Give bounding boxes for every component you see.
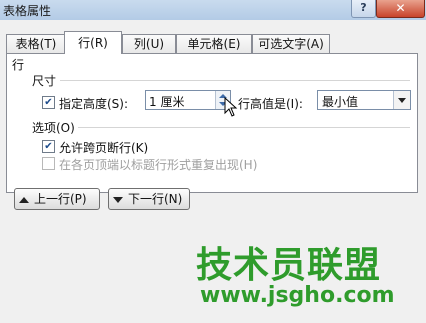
previous-row-label: 上一行(P) xyxy=(34,192,87,206)
row-height-rule-select[interactable]: 最小值 xyxy=(317,90,411,110)
repeat-header-checkbox xyxy=(42,157,55,170)
check-icon: ✔ xyxy=(44,97,53,108)
allow-break-checkbox[interactable]: ✔ xyxy=(42,140,55,153)
next-row-button[interactable]: 下一行(N) xyxy=(108,188,190,210)
height-spinner[interactable]: 1 厘米 xyxy=(145,90,231,110)
allow-break-label: 允许跨页断行(K) xyxy=(59,141,149,155)
watermark-url: www.jsgho.com xyxy=(200,283,395,308)
tab-row[interactable]: 行(R) xyxy=(64,31,122,54)
size-heading: 尺寸 xyxy=(32,74,57,88)
row-height-is-label: 行高值是(I): xyxy=(238,97,303,111)
mouse-pointer-icon xyxy=(224,97,238,117)
specify-height-label: 指定高度(S): xyxy=(59,97,129,111)
arrow-up-icon xyxy=(19,196,29,203)
tab-table[interactable]: 表格(T) xyxy=(6,34,66,53)
size-divider xyxy=(60,80,410,81)
arrow-down-icon xyxy=(113,196,123,203)
title-bar: 表格属性 ? ✕ xyxy=(0,0,426,21)
row-section-heading: 行 xyxy=(12,58,25,72)
close-button[interactable]: ✕ xyxy=(376,0,425,18)
tab-column[interactable]: 列(U) xyxy=(122,34,176,53)
options-heading: 选项(O) xyxy=(32,121,75,135)
chevron-down-icon[interactable] xyxy=(393,91,410,109)
check-icon: ✔ xyxy=(44,141,53,152)
repeat-header-label: 在各页顶端以标题行形式重复出现(H) xyxy=(59,158,258,172)
previous-row-button[interactable]: 上一行(P) xyxy=(14,188,100,210)
options-divider xyxy=(78,127,410,128)
help-button[interactable]: ? xyxy=(351,0,376,18)
specify-height-checkbox[interactable]: ✔ xyxy=(42,96,55,109)
window-title: 表格属性 xyxy=(3,4,52,18)
height-value: 1 厘米 xyxy=(149,95,185,109)
watermark-logo: 技术员联盟 xyxy=(196,245,382,286)
row-height-rule-value: 最小值 xyxy=(322,95,359,109)
next-row-label: 下一行(N) xyxy=(128,192,183,206)
tab-cell[interactable]: 单元格(E) xyxy=(176,34,252,53)
tab-alt-text[interactable]: 可选文字(A) xyxy=(252,34,330,53)
